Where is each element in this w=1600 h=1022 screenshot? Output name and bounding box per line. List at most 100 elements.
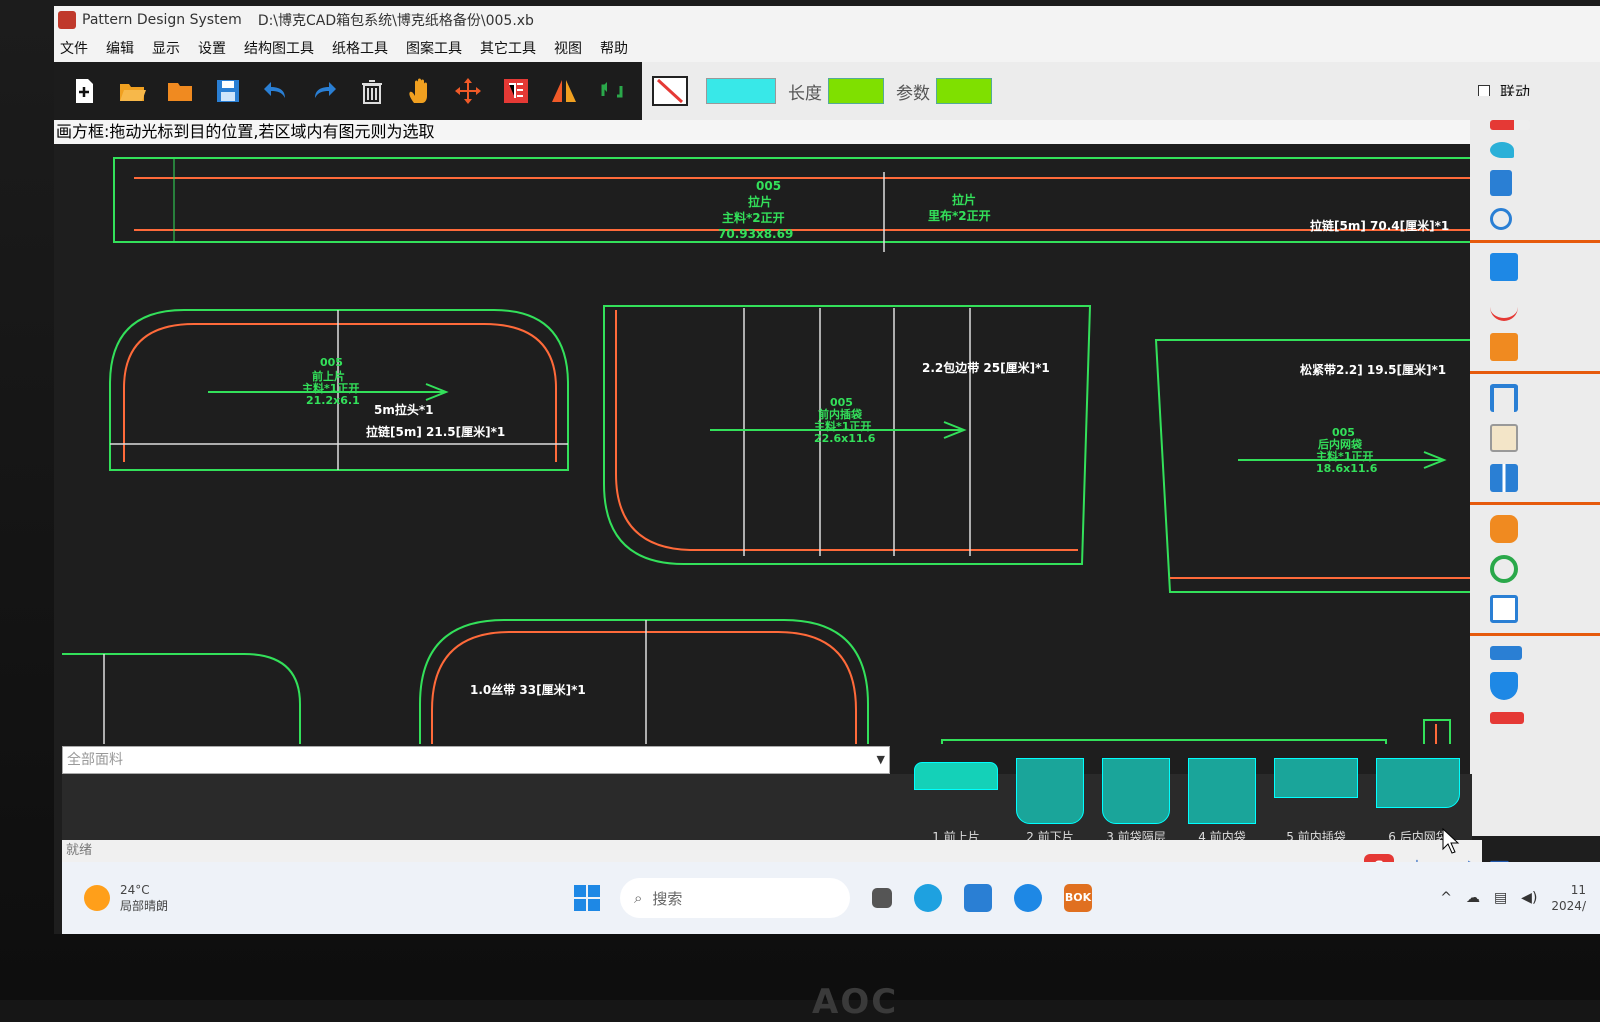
split-tool-icon[interactable] [1490,464,1518,492]
weather-text: 24°C 局部晴朗 [120,882,168,914]
tray-chevron-up-icon[interactable]: ^ [1440,890,1452,906]
tool-palette [1470,96,1600,836]
menu-settings[interactable]: 设置 [198,38,226,58]
mirror-button[interactable] [544,71,584,111]
menu-display[interactable]: 显示 [152,38,180,58]
piece-thumb-shape [1102,758,1170,824]
front-top-code: 005 [320,356,343,369]
ie-browser-icon[interactable] [1014,884,1042,912]
delete-button[interactable] [352,71,392,111]
windows-start-icon[interactable] [574,885,600,911]
menu-other-tools[interactable]: 其它工具 [480,38,536,58]
length-field[interactable] [828,78,884,104]
lower-right-piece[interactable] [941,719,1451,744]
menu-edit[interactable]: 编辑 [106,38,134,58]
store-icon[interactable] [964,884,992,912]
weather-temp: 24°C [120,883,150,897]
notch-tool-icon[interactable] [1490,170,1512,196]
export-icon[interactable] [1490,595,1518,623]
chevron-down-icon[interactable]: ▼ [877,747,885,773]
menu-graphic-tools[interactable]: 图案工具 [406,38,462,58]
pen-tool-icon[interactable] [1490,120,1530,130]
folder-icon [168,83,192,101]
layout-button[interactable] [496,71,536,111]
palette-separator [1470,633,1600,636]
undo-button[interactable] [256,71,296,111]
copy-piece-icon[interactable] [1490,253,1518,281]
trash-icon [362,80,382,104]
weather-widget[interactable]: 24°C 局部晴朗 [84,882,244,914]
palette-separator [1470,240,1600,243]
title-bar: Pattern Design System D:\博克CAD箱包系统\博克纸格备… [54,6,1600,34]
redo-button[interactable] [304,71,344,111]
tray-cloud-icon[interactable]: ☁ [1466,890,1480,906]
back-inner-material: 主料*1正开 [1316,449,1373,463]
front-inner-material: 主料*1正开 [814,419,871,433]
rotate-button[interactable] [592,71,632,111]
book-tool-icon[interactable] [1490,424,1518,452]
menu-view[interactable]: 视图 [554,38,582,58]
piece-thumb-shape [1376,758,1460,808]
strip-code: 005 [756,179,781,193]
refresh-icon[interactable] [1490,555,1518,583]
strip-right-title: 拉片 [952,192,976,207]
task-view-icon[interactable] [872,888,892,908]
bok-cad-taskbar-icon[interactable]: BOK [1064,884,1092,912]
scissors-icon[interactable] [1490,208,1512,230]
layout-tool-icon[interactable] [1490,712,1524,724]
menu-help[interactable]: 帮助 [600,38,628,58]
new-file-icon [76,79,93,103]
status-bar: 就绪 [62,840,1482,862]
redo-icon [315,82,336,98]
back-inner-name: 后内网袋 [1318,437,1363,451]
edge-browser-icon[interactable] [914,884,942,912]
line-style-box[interactable] [652,76,688,106]
mouse-cursor-icon [1442,828,1460,854]
piece-thumb-shape [1016,758,1084,824]
open-file-button[interactable] [112,71,152,111]
pan-button[interactable] [400,71,440,111]
front-inner-size: 22.6x11.6 [814,432,876,445]
strip-zipper-note: 拉链[5m] 70.4[厘米]*1 [1310,218,1449,233]
brush-tool-icon[interactable] [1490,142,1514,158]
monitor-brand-logo: AOC [812,982,899,1022]
shield-icon[interactable] [1490,672,1518,700]
save-button[interactable] [208,71,248,111]
tray-clock[interactable]: 11 2024/ [1551,882,1586,914]
tray-network-icon[interactable]: ▤ [1494,890,1507,906]
menu-structure-tools[interactable]: 结构图工具 [244,38,314,58]
fabric-select[interactable]: 全部面料 ▼ [62,746,890,774]
palette-separator [1470,502,1600,505]
param-label: 参数 [896,83,930,104]
mirror-icon [552,80,576,102]
strip-right-material: 里布*2正开 [928,208,991,223]
tray-volume-icon[interactable]: ◀) [1521,890,1537,906]
drawing-canvas[interactable]: 005 拉片 主料*2正开 70.93x8.69 拉片 里布*2正开 拉链[5m… [54,144,1484,744]
fill-shape-icon[interactable] [1490,333,1518,361]
lower-middle-piece[interactable] [419,619,869,744]
lower-edge-note: 1.0丝带 33[厘米]*1 [470,682,586,697]
hexagon-tool-icon[interactable] [1490,515,1518,543]
front-top-zipper-note: 拉链[5m] 21.5[厘米]*1 [366,424,505,439]
taskbar: 24°C 局部晴朗 ⌕ 搜索 BOK ^ ☁ ▤ ◀) 11 2024/ [62,862,1600,934]
search-placeholder: 搜索 [652,889,683,908]
menu-pattern-tools[interactable]: 纸格工具 [332,38,388,58]
menu-file[interactable]: 文件 [60,38,88,58]
param-field[interactable] [936,78,992,104]
move-button[interactable] [448,71,488,111]
open-recent-button[interactable] [160,71,200,111]
rotate-icon [601,82,623,98]
new-file-button[interactable] [64,71,104,111]
toolbar: 长度 参数 联动 [54,62,1600,120]
curve-tool-icon[interactable] [1490,293,1518,321]
taskbar-search[interactable]: ⌕ 搜索 [620,878,850,918]
back-inner-edge-note: 松紧带2.2] 19.5[厘米]*1 [1300,362,1446,377]
ruler-tool-icon[interactable] [1490,646,1522,660]
strip-piece[interactable] [113,157,1484,252]
lower-left-piece[interactable] [62,653,301,744]
bok-label: BOK [1064,891,1092,904]
line-slash-icon [656,78,684,104]
color-swatch[interactable] [706,78,776,104]
clock-time: 11 [1570,883,1586,897]
frame-tool-icon[interactable] [1490,384,1518,412]
